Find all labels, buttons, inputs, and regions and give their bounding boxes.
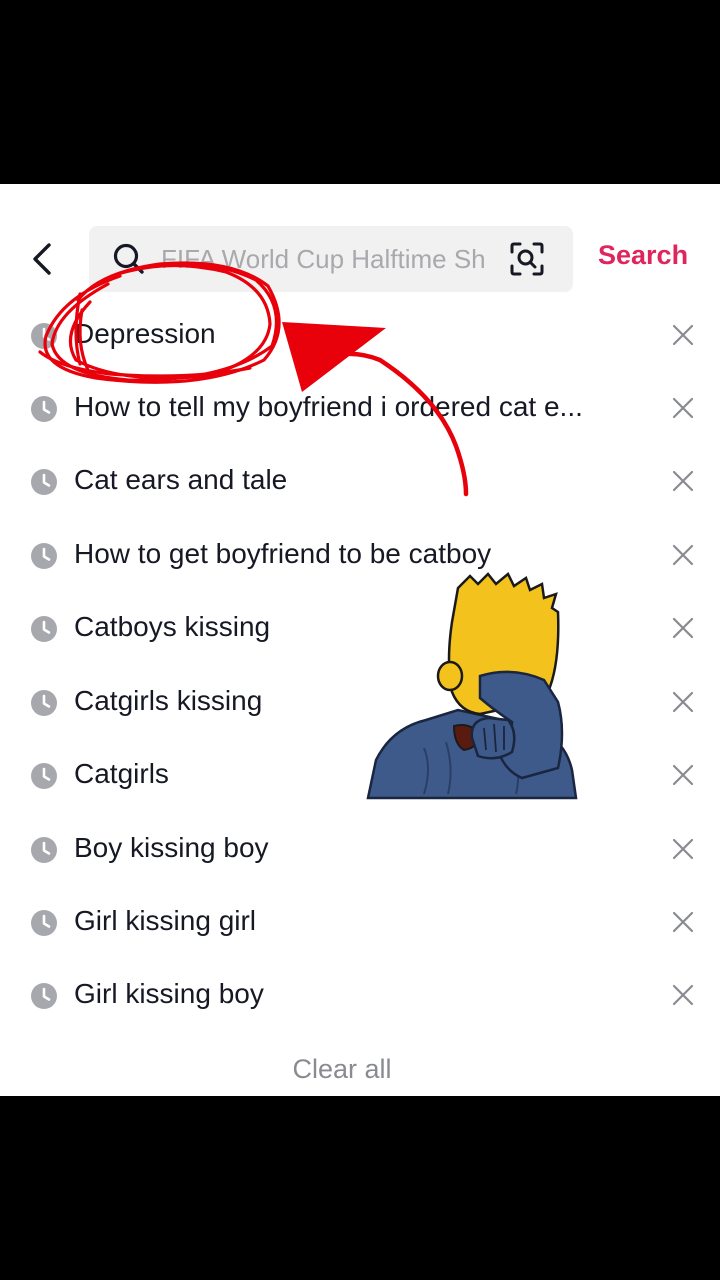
- history-item[interactable]: Catgirls kissing: [0, 667, 720, 740]
- search-icon: [113, 243, 144, 274]
- clock-icon: [31, 616, 57, 642]
- close-icon[interactable]: [670, 468, 696, 494]
- clock-icon: [31, 983, 57, 1009]
- close-icon[interactable]: [670, 982, 696, 1008]
- close-icon[interactable]: [670, 542, 696, 568]
- history-item[interactable]: Cat ears and tale: [0, 446, 720, 519]
- history-item-label: How to tell my boyfriend i ordered cat e…: [74, 391, 583, 422]
- history-item-label: Boy kissing boy: [74, 832, 269, 863]
- close-icon[interactable]: [670, 909, 696, 935]
- letterbox-top: [0, 0, 720, 184]
- clear-all-button[interactable]: Clear all: [0, 1054, 684, 1085]
- back-button[interactable]: [22, 237, 62, 281]
- history-item[interactable]: Boy kissing boy: [0, 814, 720, 887]
- search-button[interactable]: Search: [598, 240, 688, 271]
- clock-icon: [31, 910, 57, 936]
- search-history-screen: Search Depression How to tell my boyfrie…: [0, 184, 720, 1096]
- clock-icon: [31, 469, 57, 495]
- history-item[interactable]: Catgirls: [0, 740, 720, 813]
- history-item-label: Depression: [74, 318, 216, 349]
- close-icon[interactable]: [670, 615, 696, 641]
- search-input[interactable]: [161, 226, 495, 292]
- letterbox-bottom: [0, 1096, 720, 1280]
- history-item-label: Girl kissing girl: [74, 905, 257, 936]
- history-item[interactable]: How to get boyfriend to be catboy: [0, 520, 720, 593]
- clock-icon: [31, 543, 57, 569]
- close-icon[interactable]: [670, 762, 696, 788]
- history-item[interactable]: How to tell my boyfriend i ordered cat e…: [0, 373, 720, 446]
- history-item[interactable]: Girl kissing boy: [0, 960, 720, 1033]
- crying-cartoon-sticker: [366, 572, 578, 800]
- history-item[interactable]: Catboys kissing: [0, 593, 720, 666]
- history-item-label: Girl kissing boy: [74, 978, 264, 1009]
- clock-icon: [31, 837, 57, 863]
- chevron-left-icon: [33, 243, 51, 275]
- history-item[interactable]: Girl kissing girl: [0, 887, 720, 960]
- close-icon[interactable]: [670, 395, 696, 421]
- close-icon[interactable]: [670, 689, 696, 715]
- image-search-icon[interactable]: [509, 241, 545, 277]
- history-item-label: How to get boyfriend to be catboy: [74, 538, 492, 569]
- close-icon[interactable]: [670, 836, 696, 862]
- history-item[interactable]: Depression: [0, 300, 720, 373]
- clock-icon: [31, 396, 57, 422]
- clock-icon: [31, 690, 57, 716]
- clock-icon: [31, 763, 57, 789]
- search-bar[interactable]: [89, 226, 573, 292]
- history-item-label: Cat ears and tale: [74, 464, 288, 495]
- clock-icon: [31, 323, 57, 349]
- close-icon[interactable]: [670, 322, 696, 348]
